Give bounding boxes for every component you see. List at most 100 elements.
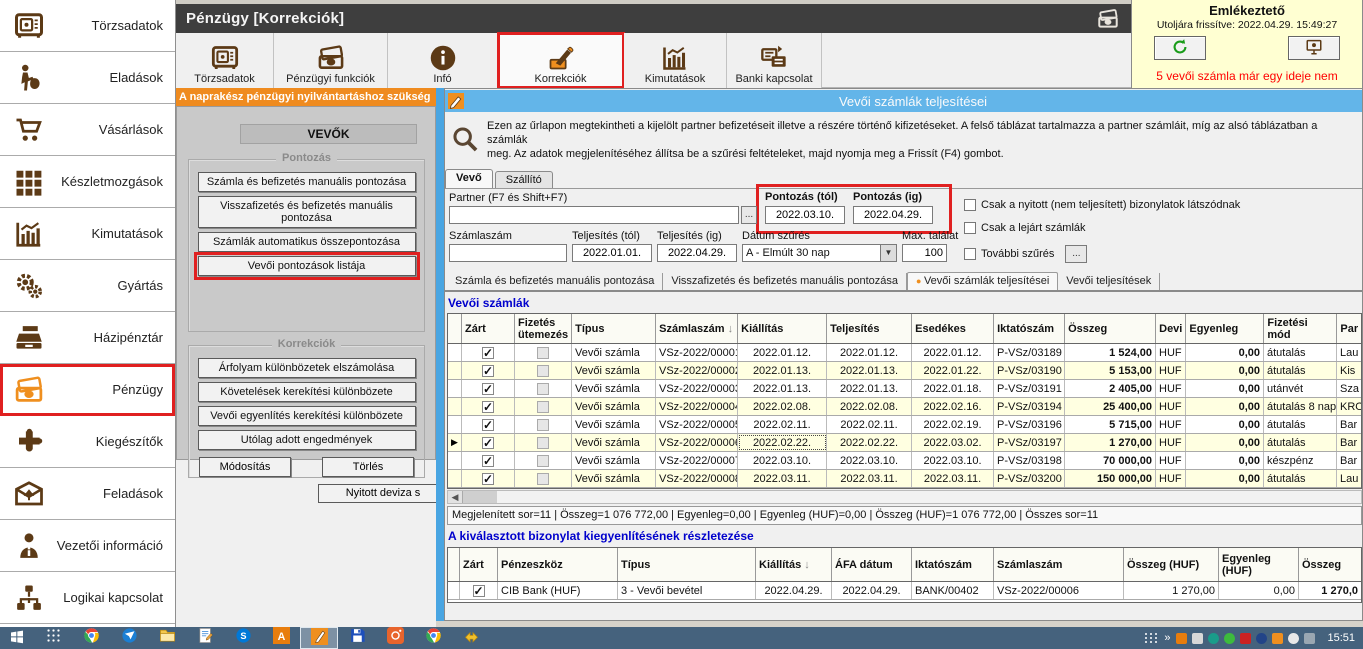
column-header[interactable]: Egyenleg [1186,314,1264,343]
checkbox-tovabbi-szures[interactable]: További szűrés ... [964,245,1087,263]
sidebar-item-feladasok[interactable]: Feladások [0,468,175,520]
tray-icon-tray-orange[interactable] [1176,633,1187,644]
column-header[interactable]: ÁFA dátum [832,548,912,581]
column-header[interactable]: Számlaszám [656,314,738,343]
taskbar-app-save-app[interactable] [338,627,376,649]
zart-checkbox[interactable] [482,383,494,395]
tray-icon-tray-green[interactable] [1224,633,1235,644]
utemezes-cell[interactable] [515,488,572,489]
invoice-row[interactable]: Vevői számla VSz-2022/00003 2022.01.13. … [448,380,1361,398]
zart-cell[interactable] [462,434,515,451]
zart-checkbox[interactable] [482,365,494,377]
column-header[interactable]: Összeg [1299,548,1361,581]
invoice-row[interactable]: Vevői számla VSz-2022/00006 2022.02.22. … [448,434,1361,452]
utemezes-cell[interactable] [515,452,572,469]
szamlaszam-input[interactable] [449,244,567,262]
small-button-torles[interactable]: Törlés [322,457,414,477]
column-header[interactable]: Devi [1156,314,1186,343]
horizontal-scrollbar[interactable]: ◀ [447,490,1362,504]
subtab-szamla-befizetes[interactable]: Számla és befizetés manuális pontozása [447,273,663,290]
zart-cell[interactable] [462,488,515,489]
scroll-left-arrow[interactable]: ◀ [448,491,463,503]
taskbar-app-erp-app[interactable] [300,627,338,649]
taskbar-clock[interactable]: 15:51 [1327,632,1355,644]
tray-icon-tray-blue[interactable] [1256,633,1267,644]
settlement-row[interactable]: CIB Bank (HUF) 3 - Vevői bevétel 2022.04… [448,582,1361,600]
zart-cell[interactable] [462,416,515,433]
column-header[interactable]: Kiállítás [738,314,827,343]
invoice-row[interactable]: Vevői számla VSz-2022/00007 2022.03.10. … [448,452,1361,470]
zart-checkbox[interactable] [482,347,494,359]
tab-szallito[interactable]: Szállító [495,171,553,188]
taskbar-app-community-app[interactable] [452,627,490,649]
utemezes-checkbox[interactable] [537,437,549,449]
taskbar-app-notepad[interactable] [186,627,224,649]
nyitott-deviza-button[interactable]: Nyitott deviza s [318,484,448,503]
teljesites-tol-input[interactable] [572,244,652,262]
utemezes-cell[interactable] [515,362,572,379]
zart-cell[interactable] [462,452,515,469]
toolbar-button-penzugyi-funkciok[interactable]: Pénzügyi funkciók [274,33,388,88]
max-talalat-input[interactable] [902,244,947,262]
taskbar-app-app-grid[interactable] [34,627,72,649]
utemezes-cell[interactable] [515,470,572,487]
zart-cell[interactable] [462,380,515,397]
korrekcio-button-kovetelesek-kerekitesi[interactable]: Követelések kerekítési különbözete [198,382,416,402]
sidebar-item-gyartas[interactable]: Gyártás [0,260,175,312]
tovabbi-szures-browse-button[interactable]: ... [1065,245,1087,263]
taskbar-app-thunderbird[interactable] [110,627,148,649]
pontozas-button-vevoi-pontozasok-listaja[interactable]: Vevői pontozások listája [198,256,416,276]
sidebar-item-keszletmozgasok[interactable]: Készletmozgások [0,156,175,208]
column-header[interactable]: Fizetési mód [1264,314,1337,343]
sidebar-item-logikai-kapcsolat[interactable]: Logikai kapcsolat [0,572,175,624]
zart-checkbox[interactable] [482,419,494,431]
utemezes-checkbox[interactable] [537,401,549,413]
column-header[interactable]: Kiállítás [756,548,832,581]
column-header[interactable]: Zárt [462,314,515,343]
utemezes-cell[interactable] [515,344,572,361]
column-header[interactable]: Számlaszám [994,548,1124,581]
column-header[interactable]: Par [1337,314,1361,343]
utemezes-checkbox[interactable] [537,419,549,431]
partner-browse-button[interactable]: ... [741,206,757,224]
sidebar-item-kiegeszitok[interactable]: Kiegészítők [0,416,175,468]
zart-cell[interactable] [462,398,515,415]
invoice-row[interactable]: Vevői számla VSz-2022/00001 2022.01.12. … [448,344,1361,362]
utemezes-checkbox[interactable] [537,365,549,377]
pontozas-tol-input[interactable] [765,206,845,224]
zart-cell[interactable] [462,470,515,487]
column-header[interactable]: Összeg (HUF) [1124,548,1219,581]
toolbar-button-korrekciok[interactable]: Korrekciók [498,33,624,88]
zart-cell[interactable] [460,582,498,599]
tray-icon-tray-red[interactable] [1240,633,1251,644]
start-button[interactable] [0,627,34,649]
zart-checkbox[interactable] [482,473,494,485]
tray-icon-tray-speaker[interactable] [1288,633,1299,644]
utemezes-checkbox[interactable] [537,455,549,467]
datum-szures-select[interactable]: A - Elmúlt 30 nap ▼ [742,244,897,262]
tray-icon-tray-orange-2[interactable] [1272,633,1283,644]
invoice-row[interactable]: Vevői számla VSz-2022/00008 2022.03.11. … [448,470,1361,488]
sidebar-item-torzsadatok[interactable]: Törzsadatok [0,0,175,52]
pontozas-ig-input[interactable] [853,206,933,224]
checkbox-csak-lejart[interactable]: Csak a lejárt számlák [964,222,1086,234]
korrekcio-button-vevoi-egyenlites-kerekitesi[interactable]: Vevői egyenlítés kerekítési különbözete [198,406,416,426]
tray-icon-tray-teal[interactable] [1208,633,1219,644]
column-header[interactable]: Típus [618,548,756,581]
column-header[interactable]: Pénzeszköz [498,548,618,581]
column-header[interactable]: Fizetés ütemezés [515,314,572,343]
pontozas-button-szamlak-automatikus[interactable]: Számlák automatikus összepontozása [198,232,416,252]
utemezes-checkbox[interactable] [537,383,549,395]
subtab-visszafizetes-befizetes[interactable]: Visszafizetés és befizetés manuális pont… [663,273,907,290]
taskbar-app-chrome[interactable] [72,627,110,649]
utemezes-cell[interactable] [515,398,572,415]
sidebar-item-eladasok[interactable]: Eladások [0,52,175,104]
sidebar-item-vasarlasok[interactable]: Vásárlások [0,104,175,156]
column-header[interactable]: Esedékes [912,314,994,343]
tab-vevo[interactable]: Vevő [445,169,493,188]
taskbar-app-chrome-2[interactable] [414,627,452,649]
korrekcio-button-utolag-adott-engedmenyek[interactable]: Utólag adott engedmények [198,430,416,450]
zart-checkbox[interactable] [473,585,485,597]
partner-input[interactable] [449,206,739,224]
utemezes-cell[interactable] [515,434,572,451]
